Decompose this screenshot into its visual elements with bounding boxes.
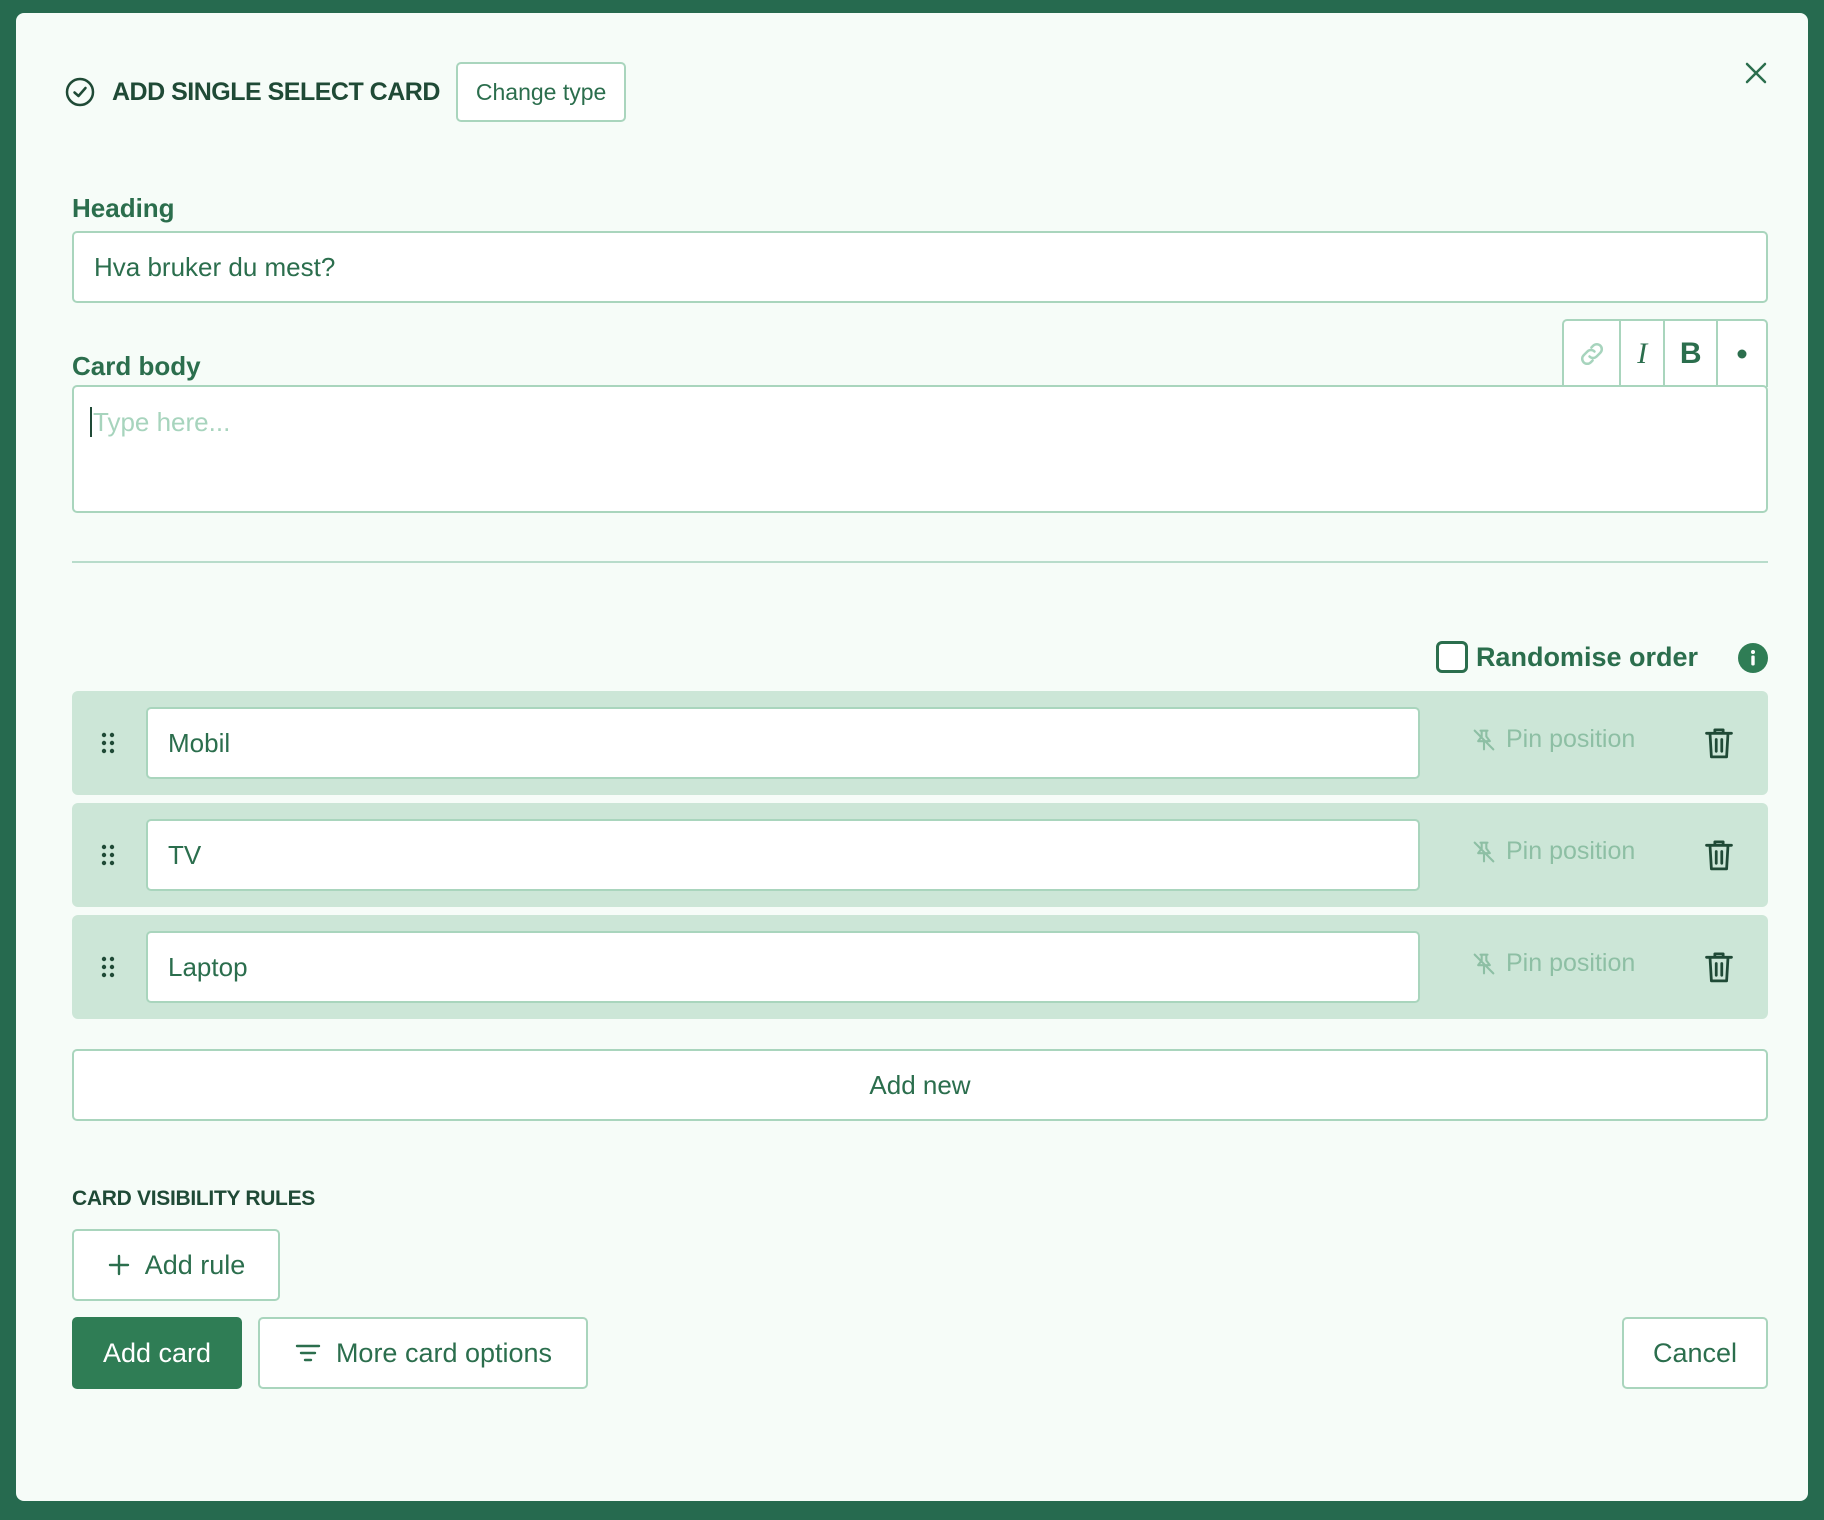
add-card-button[interactable]: Add card [72, 1317, 242, 1389]
randomise-checkbox[interactable] [1435, 641, 1468, 673]
italic-button[interactable]: I [1621, 321, 1666, 387]
pin-position-label: Pin position [1506, 725, 1636, 753]
trash-icon[interactable] [1702, 837, 1736, 873]
card-body-placeholder: Type here... [90, 407, 231, 437]
add-new-option-button[interactable]: Add new [72, 1049, 1768, 1121]
more-card-options-label: More card options [335, 1337, 553, 1368]
pin-position-button[interactable]: Pin position [1470, 949, 1635, 978]
check-circle-icon [64, 76, 96, 108]
trash-icon[interactable] [1702, 949, 1736, 985]
close-icon[interactable] [1738, 55, 1774, 91]
option-row: TV Pin position [72, 803, 1768, 907]
pin-position-button[interactable]: Pin position [1470, 725, 1635, 754]
drag-handle-icon[interactable] [100, 841, 116, 869]
option-input[interactable]: Mobil [146, 707, 1420, 779]
add-rule-label: Add rule [144, 1249, 246, 1280]
drag-handle-icon[interactable] [100, 729, 116, 757]
option-row: Mobil Pin position [72, 691, 1768, 795]
randomise-order-toggle[interactable]: Randomise order [1435, 641, 1698, 673]
heading-input[interactable]: Hva bruker du mest? [72, 231, 1768, 303]
heading-label: Heading [72, 193, 175, 223]
pin-off-icon [1473, 729, 1495, 750]
pin-position-label: Pin position [1506, 949, 1636, 977]
pin-position-button[interactable]: Pin position [1470, 837, 1635, 866]
drag-handle-icon[interactable] [100, 953, 116, 981]
filter-icon [294, 1341, 322, 1365]
info-icon[interactable] [1738, 643, 1768, 673]
add-rule-button[interactable]: Add rule [72, 1229, 280, 1301]
cancel-button[interactable]: Cancel [1622, 1317, 1768, 1389]
plus-icon [107, 1253, 131, 1277]
change-type-button[interactable]: Change type [455, 62, 627, 122]
modal-title: ADD SINGLE SELECT CARD [112, 77, 440, 106]
bold-button[interactable]: B [1665, 321, 1719, 387]
pin-position-label: Pin position [1506, 837, 1636, 865]
randomise-label: Randomise order [1475, 641, 1698, 672]
card-body-editor[interactable]: Type here... [72, 385, 1768, 513]
visibility-rules-title: CARD VISIBILITY RULES [72, 1187, 316, 1210]
card-body-label: Card body [72, 351, 201, 381]
add-card-modal: ADD SINGLE SELECT CARD Change type Headi… [16, 13, 1808, 1501]
option-input[interactable]: TV [146, 819, 1420, 891]
pin-off-icon [1473, 841, 1495, 862]
bullet-list-icon[interactable] [1718, 321, 1766, 387]
formatting-toolbar: I B [1562, 319, 1768, 387]
option-row: Laptop Pin position [72, 915, 1768, 1019]
option-input[interactable]: Laptop [146, 931, 1420, 1003]
modal-header: ADD SINGLE SELECT CARD Change type [64, 61, 627, 123]
more-card-options-button[interactable]: More card options [258, 1317, 588, 1389]
link-icon[interactable] [1564, 321, 1622, 387]
pin-off-icon [1473, 953, 1495, 974]
divider [72, 561, 1768, 563]
trash-icon[interactable] [1702, 725, 1736, 761]
